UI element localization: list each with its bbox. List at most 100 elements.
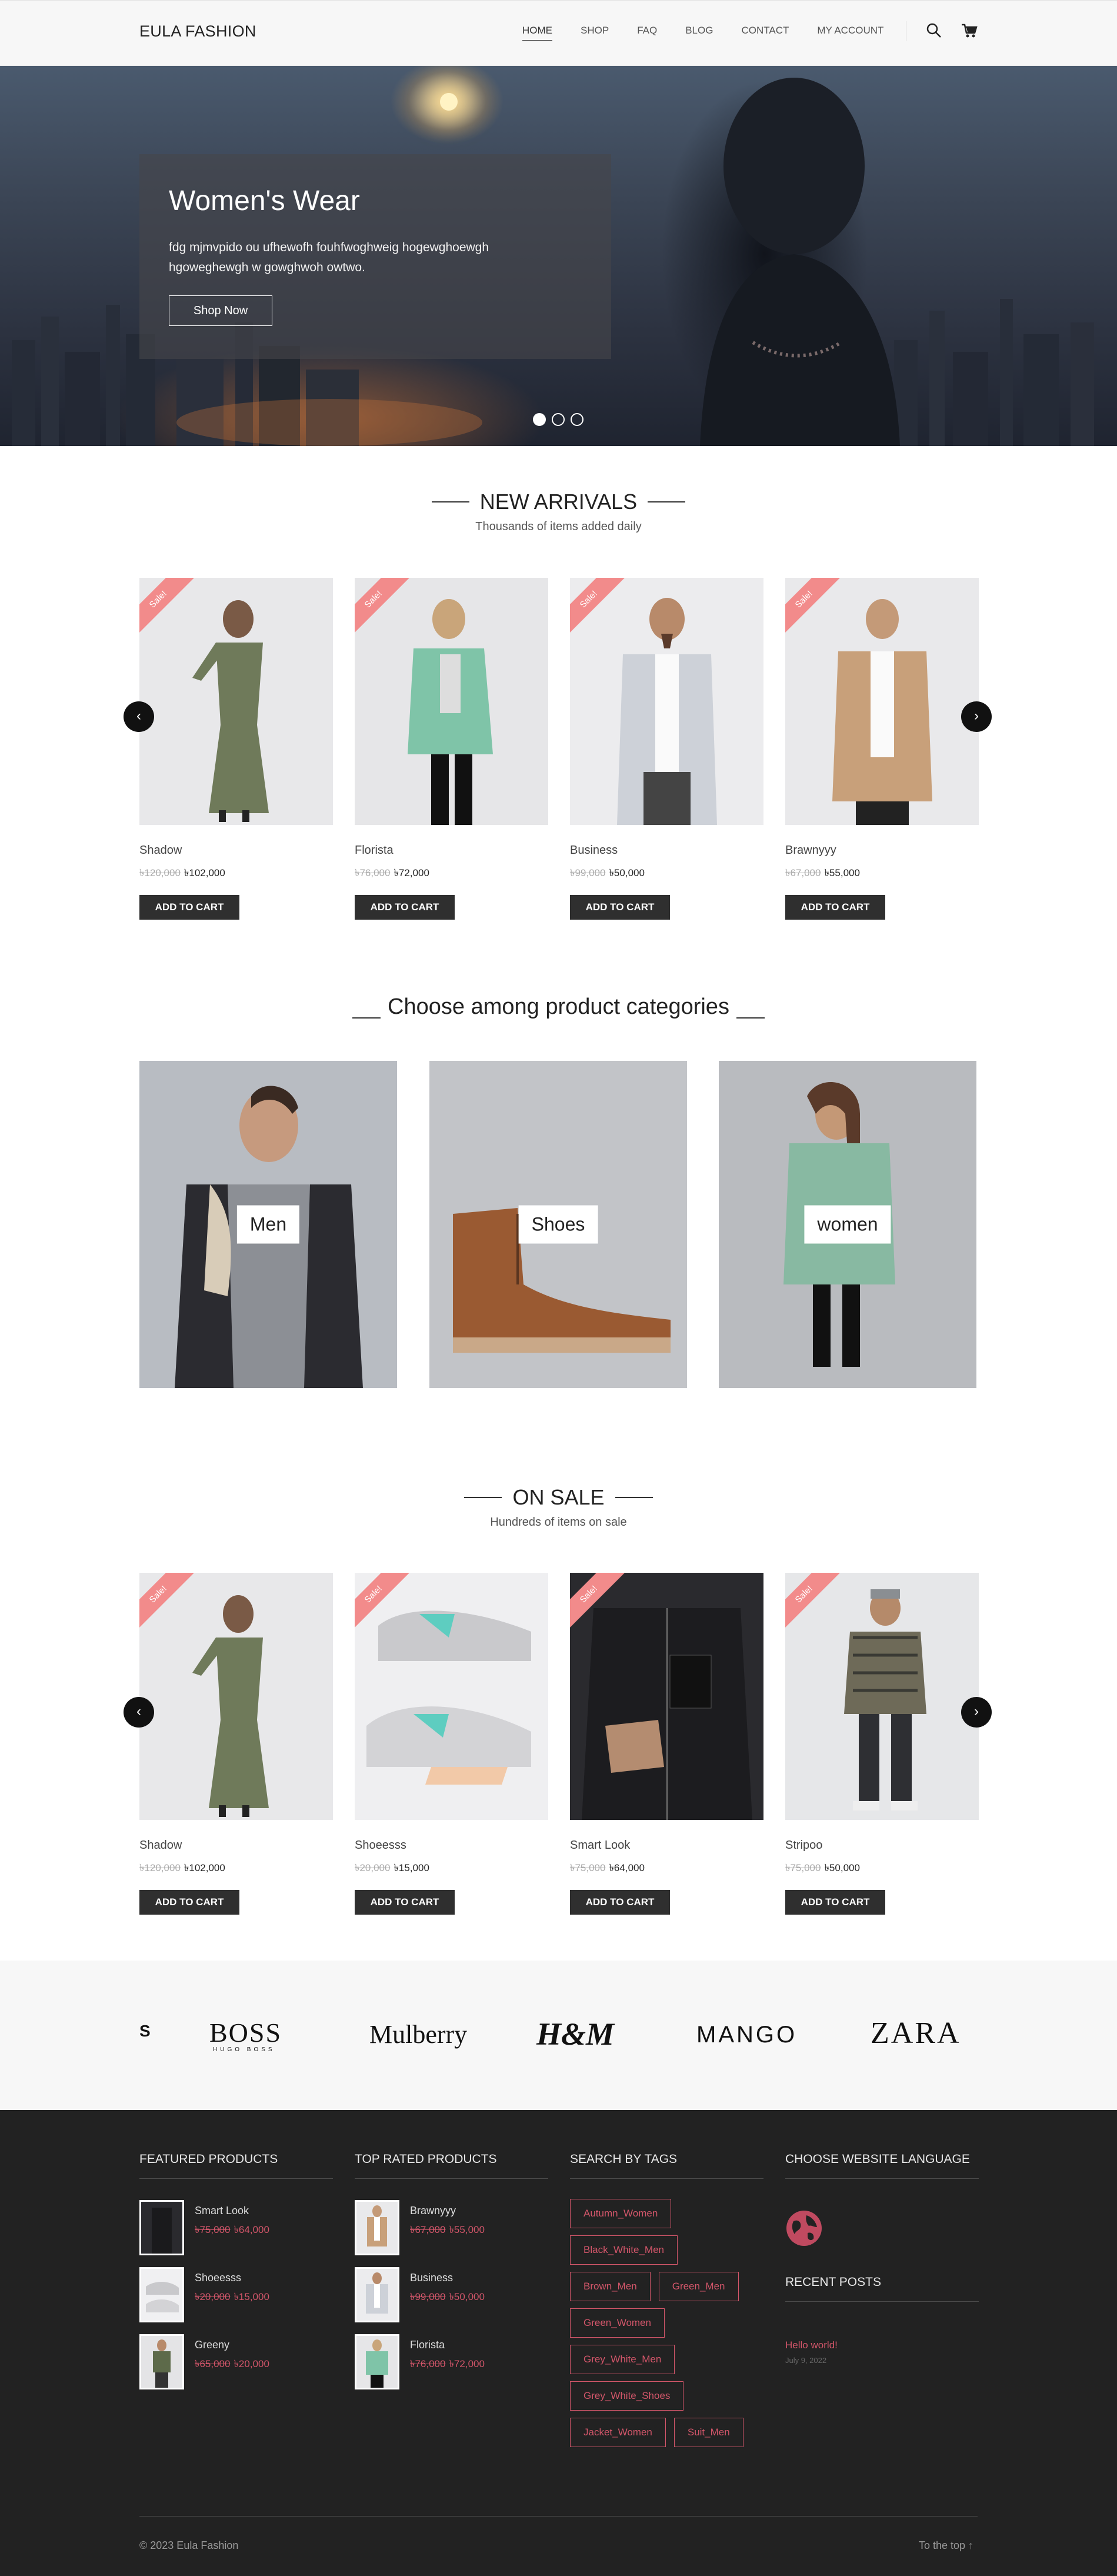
product-image[interactable]: Sale! xyxy=(785,1573,979,1820)
product-name[interactable]: Shoeesss xyxy=(195,2272,241,2284)
tag-link[interactable]: Grey_White_Shoes xyxy=(570,2381,684,2411)
add-to-cart-button[interactable]: ADD TO CART xyxy=(355,1890,455,1915)
tag-link[interactable]: Green_Men xyxy=(658,2272,739,2301)
product-card[interactable]: Sale! Florista ৳76,000 ৳72,000 ADD TO CAR… xyxy=(355,578,548,920)
top-rated-product-item[interactable]: Florista ৳76,000 ৳72,000 xyxy=(355,2334,548,2391)
shop-now-button[interactable]: Shop Now xyxy=(169,295,272,326)
add-to-cart-button[interactable]: ADD TO CART xyxy=(139,895,239,920)
product-name[interactable]: Florista xyxy=(355,844,548,857)
add-to-cart-button[interactable]: ADD TO CART xyxy=(570,895,670,920)
site-logo[interactable]: EULA FASHION xyxy=(139,22,256,41)
product-name[interactable]: Business xyxy=(570,844,763,857)
add-to-cart-button[interactable]: ADD TO CART xyxy=(570,1890,670,1915)
category-women[interactable]: women xyxy=(719,1061,976,1388)
old-price: ৳67,000 xyxy=(410,2224,446,2235)
carousel-prev-button[interactable]: ‹ xyxy=(124,1697,154,1728)
product-image[interactable]: Sale! xyxy=(785,578,979,825)
cart-icon[interactable] xyxy=(960,21,979,40)
product-name[interactable]: Smart Look xyxy=(195,2205,249,2217)
product-card[interactable]: Sale! Shoeesss ৳20,000 ৳15,000 ADD TO CAR… xyxy=(355,1573,548,1915)
nav-faq[interactable]: FAQ xyxy=(637,25,657,41)
add-to-cart-button[interactable]: ADD TO CART xyxy=(355,895,455,920)
recent-post-link[interactable]: Hello world! xyxy=(785,2339,979,2351)
product-thumbnail[interactable] xyxy=(355,2200,399,2255)
product-image[interactable]: Sale! xyxy=(355,578,548,825)
hero-text: fdg mjmvpido ou ufhewofh fouhfwoghweig h… xyxy=(169,241,489,274)
product-card[interactable]: Sale! Brawnyyy ৳67,000 ৳55,000 ADD TO CAR… xyxy=(785,578,979,920)
back-to-top-link[interactable]: To the top ↑ xyxy=(919,2540,973,2552)
tag-link[interactable]: Jacket_Women xyxy=(570,2418,666,2447)
tag-link[interactable]: Brown_Men xyxy=(570,2272,651,2301)
product-image[interactable]: Sale! xyxy=(139,578,333,825)
section-subtitle: Thousands of items added daily xyxy=(475,520,642,533)
tag-link[interactable]: Green_Women xyxy=(570,2308,665,2338)
brand-logo-partial[interactable]: S xyxy=(139,2022,151,2041)
product-thumbnail[interactable] xyxy=(139,2267,184,2322)
category-shoes[interactable]: Shoes xyxy=(429,1061,687,1388)
brand-logo-hm[interactable]: H&M xyxy=(536,2016,614,2052)
category-label[interactable]: Men xyxy=(236,1205,300,1244)
new-arrivals-heading: NEW ARRIVALS Thousands of items added da… xyxy=(0,490,1117,534)
add-to-cart-button[interactable]: ADD TO CART xyxy=(785,1890,885,1915)
add-to-cart-button[interactable]: ADD TO CART xyxy=(785,895,885,920)
carousel-next-button[interactable]: › xyxy=(961,1697,992,1728)
product-thumbnail[interactable] xyxy=(355,2267,399,2322)
carousel-next-button[interactable]: › xyxy=(961,701,992,732)
product-card[interactable]: Sale! Shadow ৳120,000 ৳102,000 ADD TO CAR… xyxy=(139,1573,333,1915)
featured-product-item[interactable]: Greeny ৳65,000 ৳20,000 xyxy=(139,2334,333,2391)
product-name[interactable]: Smart Look xyxy=(570,1839,763,1852)
nav-home[interactable]: HOME xyxy=(522,25,552,41)
product-card[interactable]: Sale! Smart Look ৳75,000 ৳64,000 ADD TO C… xyxy=(570,1573,763,1915)
nav-contact[interactable]: CONTACT xyxy=(741,25,789,41)
product-image[interactable]: Sale! xyxy=(139,1573,333,1820)
product-image[interactable]: Sale! xyxy=(355,1573,548,1820)
tag-link[interactable]: Suit_Men xyxy=(673,2418,743,2447)
product-thumbnail[interactable] xyxy=(139,2334,184,2389)
category-label[interactable]: women xyxy=(804,1205,891,1244)
product-name[interactable]: Stripoo xyxy=(785,1839,979,1852)
product-name[interactable]: Shadow xyxy=(139,844,333,857)
product-name[interactable]: Brawnyyy xyxy=(410,2205,456,2217)
sale-price: ৳55,000 xyxy=(824,867,860,878)
product-name[interactable]: Greeny xyxy=(195,2339,229,2351)
featured-product-item[interactable]: Smart Look ৳75,000 ৳64,000 xyxy=(139,2200,333,2257)
product-name[interactable]: Shoeesss xyxy=(355,1839,548,1852)
category-label[interactable]: Shoes xyxy=(518,1205,598,1244)
carousel-prev-button[interactable]: ‹ xyxy=(124,701,154,732)
product-name[interactable]: Brawnyyy xyxy=(785,844,979,857)
tag-link[interactable]: Grey_White_Men xyxy=(570,2345,675,2374)
brand-logo-mulberry[interactable]: Mulberry xyxy=(369,2019,467,2049)
old-price: ৳76,000 xyxy=(355,867,391,878)
sale-price: ৳64,000 xyxy=(609,1862,645,1873)
product-name[interactable]: Florista xyxy=(410,2339,445,2351)
old-price: ৳99,000 xyxy=(410,2291,446,2302)
product-card[interactable]: Sale! Shadow ৳120,000 ৳102,000 ADD TO CAR… xyxy=(139,578,333,920)
search-icon[interactable] xyxy=(925,21,943,40)
slider-dot-1[interactable] xyxy=(533,413,546,426)
product-thumbnail[interactable] xyxy=(355,2334,399,2389)
category-men[interactable]: Men xyxy=(139,1061,397,1388)
slider-dot-2[interactable] xyxy=(552,413,565,426)
nav-my-account[interactable]: MY ACCOUNT xyxy=(817,25,883,41)
nav-shop[interactable]: SHOP xyxy=(581,25,609,41)
slider-dot-3[interactable] xyxy=(571,413,583,426)
product-name[interactable]: Business xyxy=(410,2272,453,2284)
on-sale-heading: ON SALE Hundreds of items on sale xyxy=(0,1485,1117,1529)
brand-logo-mango[interactable]: MANGO xyxy=(696,2022,797,2048)
globe-icon[interactable] xyxy=(785,2209,823,2247)
top-rated-product-item[interactable]: Business ৳99,000 ৳50,000 xyxy=(355,2267,548,2324)
add-to-cart-button[interactable]: ADD TO CART xyxy=(139,1890,239,1915)
product-image[interactable]: Sale! xyxy=(570,578,763,825)
nav-blog[interactable]: BLOG xyxy=(685,25,713,41)
product-card[interactable]: Sale! Stripoo ৳75,000 ৳50,000 ADD TO CART xyxy=(785,1573,979,1915)
product-name[interactable]: Shadow xyxy=(139,1839,333,1852)
tag-link[interactable]: Autumn_Women xyxy=(570,2199,672,2228)
product-card[interactable]: Sale! Business ৳99,000 ৳50,000 ADD TO CAR… xyxy=(570,578,763,920)
product-thumbnail[interactable] xyxy=(139,2200,184,2255)
brand-logo-boss[interactable]: BOSS xyxy=(209,2017,282,2048)
tag-link[interactable]: Black_White_Men xyxy=(570,2235,678,2265)
product-image[interactable]: Sale! xyxy=(570,1573,763,1820)
top-rated-product-item[interactable]: Brawnyyy ৳67,000 ৳55,000 xyxy=(355,2200,548,2257)
brand-logo-zara[interactable]: ZARA xyxy=(871,2016,961,2051)
featured-product-item[interactable]: Shoeesss ৳20,000 ৳15,000 xyxy=(139,2267,333,2324)
